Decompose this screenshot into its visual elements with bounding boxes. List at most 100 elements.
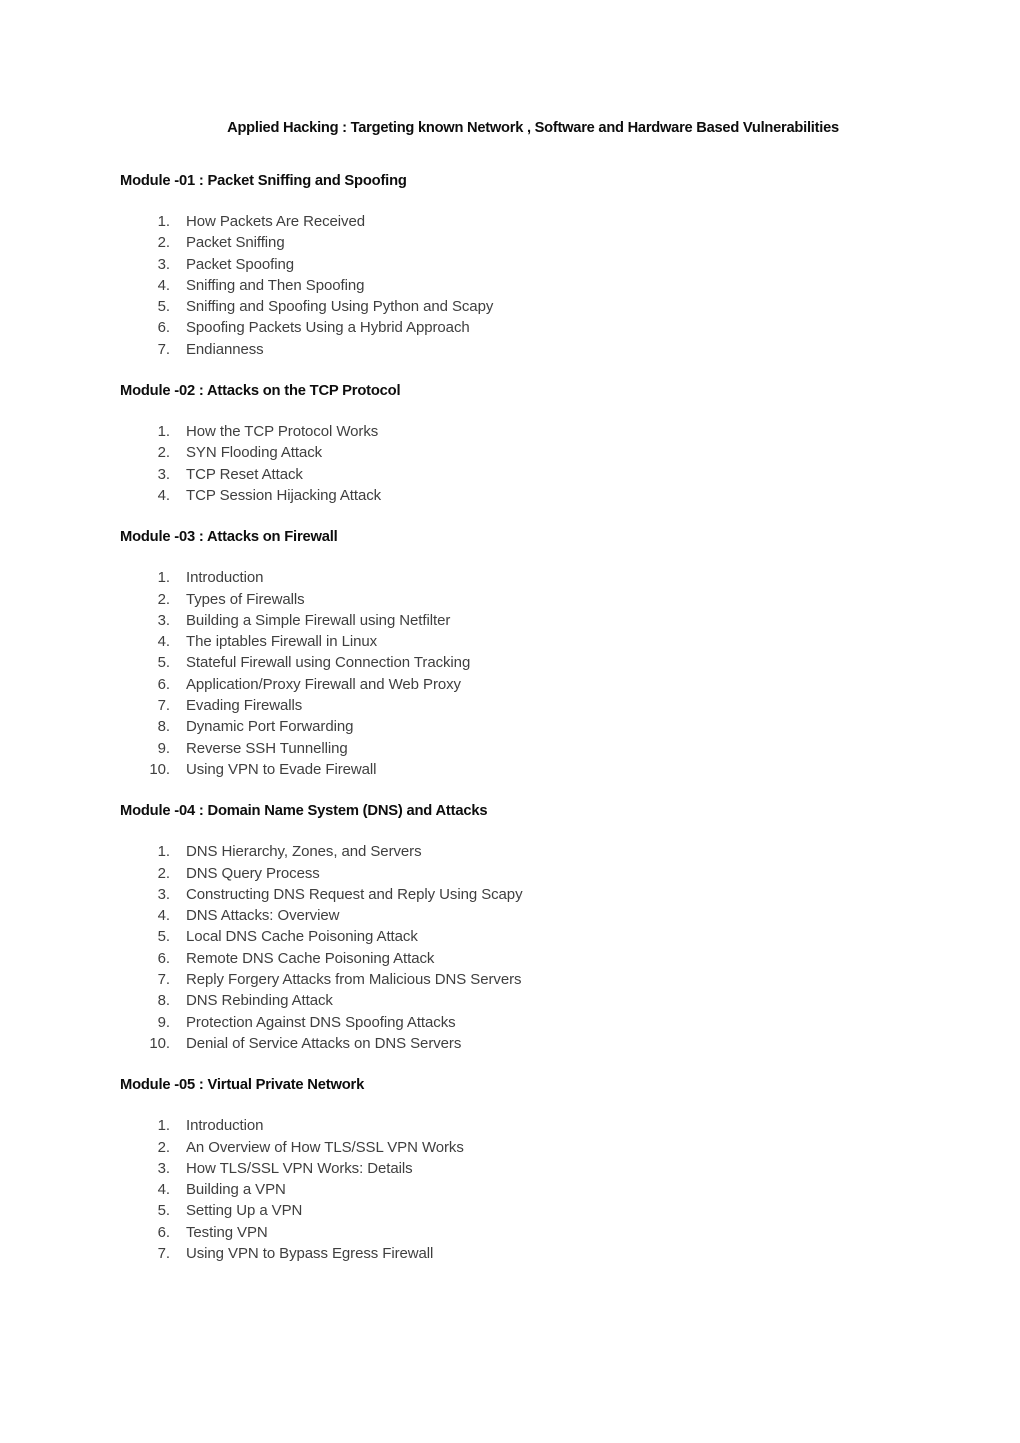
topic-list-item: 5. Setting Up a VPN xyxy=(120,1200,910,1221)
topic-item-label: Reverse SSH Tunnelling xyxy=(186,739,348,757)
topic-item-label: TCP Reset Attack xyxy=(186,465,303,483)
topic-item-number: 10. xyxy=(149,1034,170,1052)
topic-list-item: 6. Testing VPN xyxy=(120,1222,910,1243)
topic-list-item: 5. Sniffing and Spoofing Using Python and… xyxy=(120,296,910,317)
topic-item-number: 6. xyxy=(157,1223,170,1241)
topic-list-item: 2. Types of Firewalls xyxy=(120,589,910,610)
topic-item-number: 1. xyxy=(157,1117,170,1135)
topic-list-item: 7. Evading Firewalls xyxy=(120,695,910,716)
module-heading: Module -05 : Virtual Private Network xyxy=(120,1076,365,1094)
topic-list-item: 2. Packet Sniffing xyxy=(120,232,910,253)
topic-item-number: 3. xyxy=(157,611,170,629)
topic-item-label: Using VPN to Evade Firewall xyxy=(186,760,377,778)
topic-item-label: Endianness xyxy=(186,340,264,358)
module-topic-list: 1. How the TCP Protocol Works 2. SYN Floodi… xyxy=(120,421,910,506)
topic-item-number: 1. xyxy=(157,843,170,861)
topic-item-label: Sniffing and Then Spoofing xyxy=(186,276,365,294)
module-heading: Module -02 : Attacks on the TCP Protocol xyxy=(120,382,401,400)
topic-item-label: Building a Simple Firewall using Netfilt… xyxy=(186,611,451,629)
module-heading: Module -03 : Attacks on Firewall xyxy=(120,528,338,546)
topic-item-number: 10. xyxy=(149,760,170,778)
topic-list-item: 1. DNS Hierarchy, Zones, and Servers xyxy=(120,841,910,862)
topic-item-label: Local DNS Cache Poisoning Attack xyxy=(186,928,418,946)
topic-list-item: 1. Introduction xyxy=(120,1115,910,1136)
topic-list-item: 3. Building a Simple Firewall using Netfi… xyxy=(120,610,910,631)
module-topic-list: 1. Introduction 2. An Overview of How TLS/S… xyxy=(120,1115,910,1264)
topic-list-item: 4. Building a VPN xyxy=(120,1179,910,1200)
module-section: Module -03 : Attacks on Firewall 1. Introd… xyxy=(120,527,910,780)
topic-item-label: Constructing DNS Request and Reply Using… xyxy=(186,885,523,903)
topic-item-number: 7. xyxy=(157,340,170,358)
topic-item-label: How TLS/SSL VPN Works: Details xyxy=(186,1159,413,1177)
topic-item-label: Protection Against DNS Spoofing Attacks xyxy=(186,1013,456,1031)
topic-item-number: 6. xyxy=(157,949,170,967)
topic-item-label: Evading Firewalls xyxy=(186,697,303,715)
topic-item-number: 7. xyxy=(157,1244,170,1262)
topic-item-label: DNS Rebinding Attack xyxy=(186,992,333,1010)
topic-item-label: DNS Attacks: Overview xyxy=(186,907,340,925)
topic-item-number: 2. xyxy=(157,444,170,462)
topic-item-number: 7. xyxy=(157,697,170,715)
topic-item-label: Packet Sniffing xyxy=(186,234,285,252)
topic-item-label: Testing VPN xyxy=(186,1223,268,1241)
topic-list-item: 3. Packet Spoofing xyxy=(120,254,910,275)
topic-item-number: 5. xyxy=(157,928,170,946)
topic-item-label: Building a VPN xyxy=(186,1181,286,1199)
topic-item-number: 6. xyxy=(157,319,170,337)
topic-item-label: TCP Session Hijacking Attack xyxy=(186,486,382,504)
topic-item-number: 4. xyxy=(157,633,170,651)
topic-item-number: 4. xyxy=(157,276,170,294)
topic-item-number: 3. xyxy=(157,255,170,273)
topic-item-label: The iptables Firewall in Linux xyxy=(186,633,378,651)
module-spacer xyxy=(120,1054,910,1075)
topic-list-item: 2. An Overview of How TLS/SSL VPN Works xyxy=(120,1137,910,1158)
module-spacer xyxy=(120,506,910,527)
module-list: Module -01 : Packet Sniffing and Spoofin… xyxy=(120,171,910,1264)
module-section: Module -01 : Packet Sniffing and Spoofin… xyxy=(120,171,910,360)
topic-list-item: 9. Reverse SSH Tunnelling xyxy=(120,738,910,759)
topic-item-label: SYN Flooding Attack xyxy=(186,444,323,462)
topic-list-item: 4. Sniffing and Then Spoofing xyxy=(120,275,910,296)
topic-list-item: 3. How TLS/SSL VPN Works: Details xyxy=(120,1158,910,1179)
topic-item-label: Using VPN to Bypass Egress Firewall xyxy=(186,1244,434,1262)
topic-list-item: 9. Protection Against DNS Spoofing Attack… xyxy=(120,1012,910,1033)
topic-list-item: 6. Application/Proxy Firewall and Web Pro… xyxy=(120,674,910,695)
topic-item-number: 4. xyxy=(157,1181,170,1199)
topic-list-item: 3. TCP Reset Attack xyxy=(120,464,910,485)
topic-item-number: 8. xyxy=(157,718,170,736)
module-section: Module -02 : Attacks on the TCP Protocol… xyxy=(120,381,910,506)
topic-list-item: 5. Local DNS Cache Poisoning Attack xyxy=(120,926,910,947)
topic-item-number: 5. xyxy=(157,654,170,672)
topic-list-item: 7. Using VPN to Bypass Egress Firewall xyxy=(120,1243,910,1264)
topic-item-label: How Packets Are Received xyxy=(186,213,365,230)
topic-list-item: 2. SYN Flooding Attack xyxy=(120,442,910,463)
document-title: Applied Hacking : Targeting known Networ… xyxy=(227,119,839,136)
module-topic-list: 1. How Packets Are Received 2. Packet Sniff… xyxy=(120,211,910,360)
topic-item-label: DNS Query Process xyxy=(186,864,320,882)
module-topic-list: 1. Introduction 2. Types of Firewalls 3. Buil… xyxy=(120,567,910,780)
document-page: Applied Hacking : Targeting known Networ… xyxy=(0,0,1020,1443)
topic-item-label: Introduction xyxy=(186,569,264,587)
topic-item-label: DNS Hierarchy, Zones, and Servers xyxy=(186,843,422,861)
topic-item-number: 2. xyxy=(157,1138,170,1156)
topic-list-item: 7. Endianness xyxy=(120,339,910,360)
topic-item-number: 2. xyxy=(157,864,170,882)
topic-item-number: 4. xyxy=(157,486,170,504)
topic-item-label: Application/Proxy Firewall and Web Proxy xyxy=(186,675,461,693)
topic-item-number: 3. xyxy=(157,885,170,903)
topic-item-label: How the TCP Protocol Works xyxy=(186,423,379,441)
topic-item-label: Packet Spoofing xyxy=(186,255,295,273)
topic-item-label: Sniffing and Spoofing Using Python and S… xyxy=(186,298,494,316)
topic-list-item: 1. Introduction xyxy=(120,567,910,588)
topic-list-item: 8. DNS Rebinding Attack xyxy=(120,990,910,1011)
topic-item-number: 4. xyxy=(157,907,170,925)
topic-list-item: 10. Using VPN to Evade Firewall xyxy=(120,759,910,780)
topic-list-item: 6. Spoofing Packets Using a Hybrid Approa… xyxy=(120,317,910,338)
topic-item-number: 7. xyxy=(157,971,170,989)
module-spacer xyxy=(120,780,910,801)
topic-list-item: 8. Dynamic Port Forwarding xyxy=(120,716,910,737)
topic-item-number: 3. xyxy=(157,1159,170,1177)
topic-item-number: 2. xyxy=(157,590,170,608)
topic-list-item: 1. How the TCP Protocol Works xyxy=(120,421,910,442)
topic-list-item: 1. How Packets Are Received xyxy=(120,211,910,232)
